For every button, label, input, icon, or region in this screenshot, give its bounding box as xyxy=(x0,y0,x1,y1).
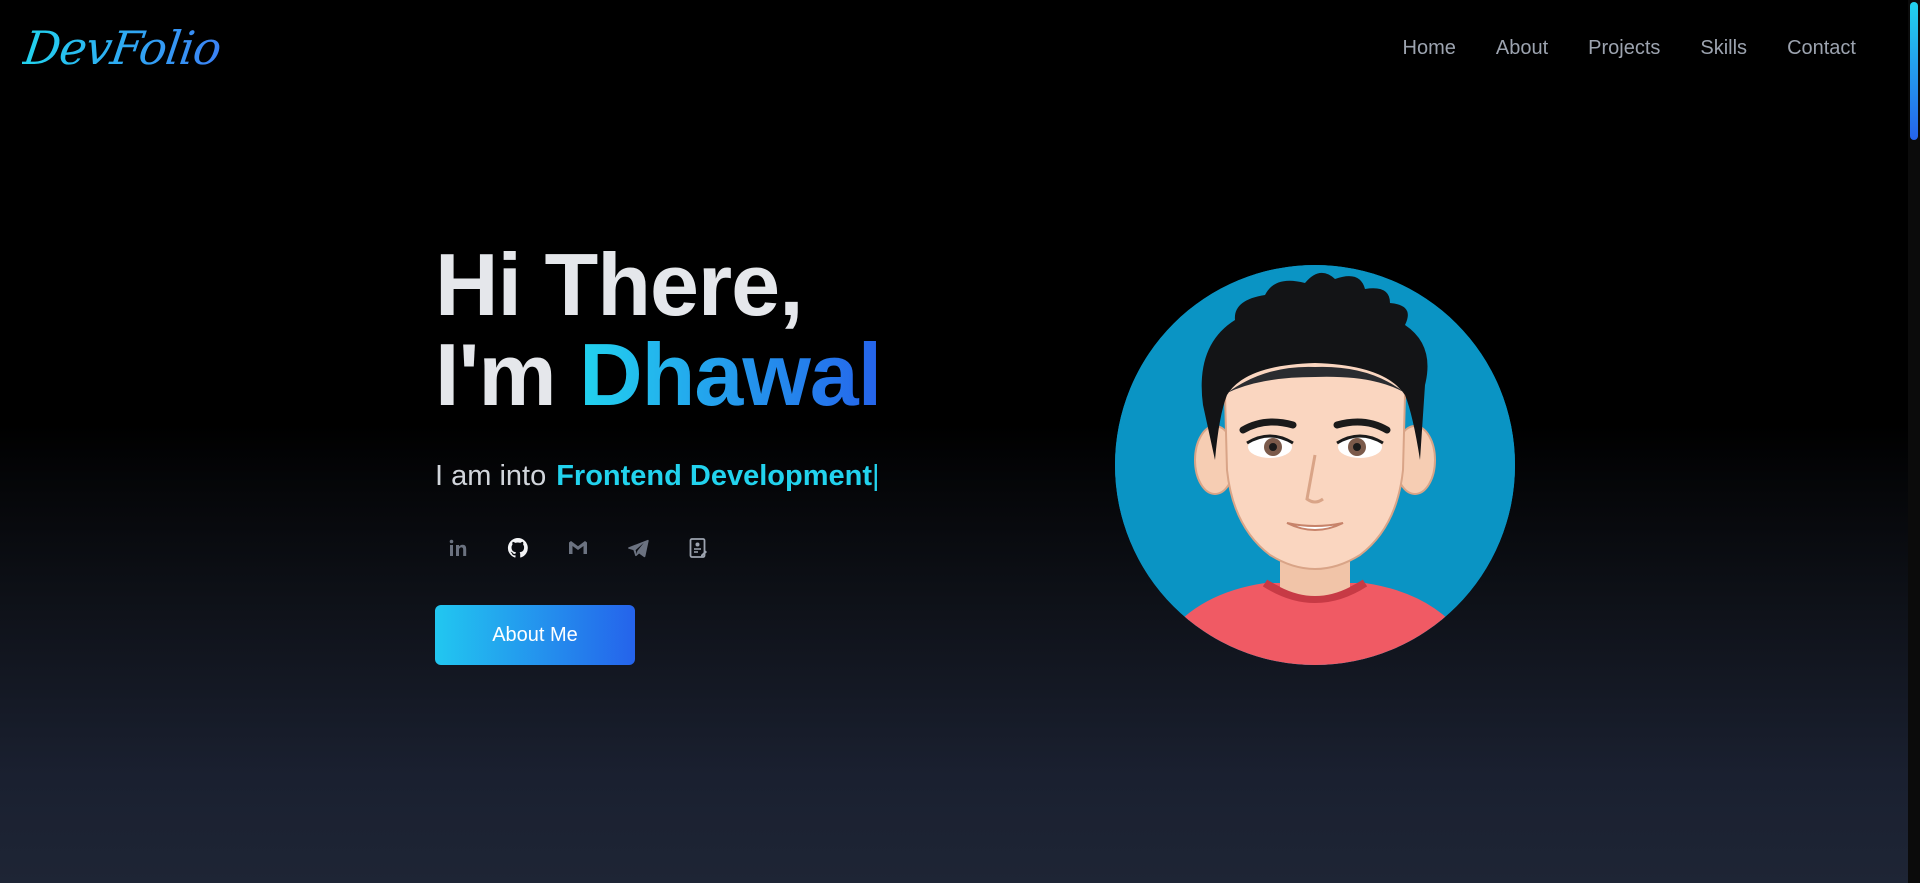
hero-intro: I'm xyxy=(435,325,580,424)
nav-link-about[interactable]: About xyxy=(1496,37,1548,60)
nav-link-home[interactable]: Home xyxy=(1403,37,1456,60)
hero-headline: Hi There, I'm Dhawal xyxy=(435,240,882,420)
scrollbar-thumb[interactable] xyxy=(1910,2,1918,140)
tagline-prefix: I am into xyxy=(435,460,547,492)
nav-link-projects[interactable]: Projects xyxy=(1588,37,1660,60)
logo[interactable]: DevFolio xyxy=(20,21,224,75)
navbar: DevFolio Home About Projects Skills Cont… xyxy=(0,0,1908,96)
avatar-illustration xyxy=(1115,265,1515,665)
hero-greeting: Hi There, xyxy=(435,235,804,334)
nav-link-skills[interactable]: Skills xyxy=(1700,37,1747,60)
nav-links: Home About Projects Skills Contact xyxy=(1403,37,1856,60)
social-links xyxy=(437,527,881,569)
hero-section: Hi There, I'm Dhawal I am into Frontend … xyxy=(435,240,882,665)
gmail-icon[interactable] xyxy=(557,527,599,569)
resume-icon[interactable] xyxy=(677,527,719,569)
hero-name: Dhawal xyxy=(579,325,882,424)
telegram-icon[interactable] xyxy=(617,527,659,569)
github-icon[interactable] xyxy=(497,527,539,569)
page-scrollbar[interactable] xyxy=(1908,0,1920,883)
nav-link-contact[interactable]: Contact xyxy=(1787,37,1856,60)
about-me-button[interactable]: About Me xyxy=(435,605,635,665)
linkedin-icon[interactable] xyxy=(437,527,479,569)
hero-tagline: I am into Frontend Development| xyxy=(435,460,881,493)
typed-text: Frontend Development xyxy=(556,460,873,492)
typing-cursor: | xyxy=(872,460,880,492)
avatar xyxy=(1115,265,1515,665)
